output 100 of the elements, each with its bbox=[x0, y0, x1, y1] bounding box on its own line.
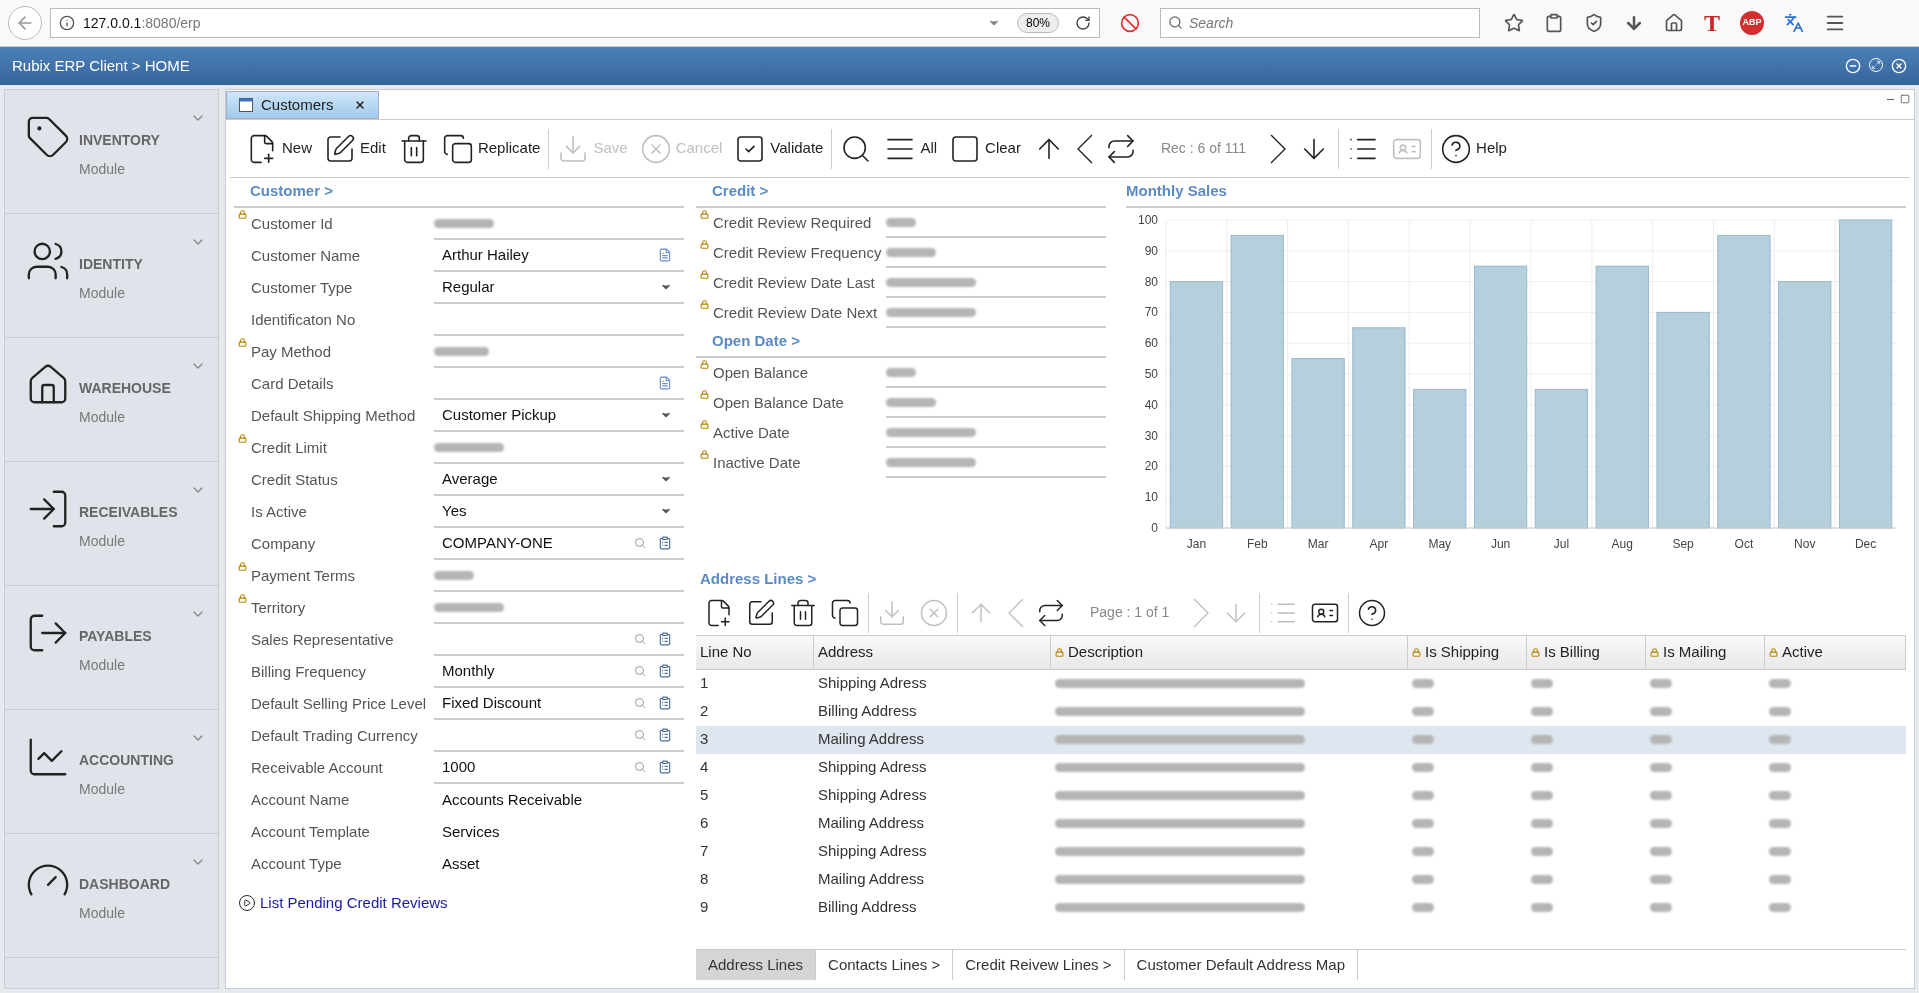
reload-icon[interactable] bbox=[1075, 15, 1091, 31]
axis-tick-label: 60 bbox=[1144, 336, 1158, 351]
close-icon[interactable] bbox=[353, 99, 366, 111]
abp-logo[interactable]: ABP bbox=[1740, 11, 1764, 35]
dropdown-field[interactable]: Customer Pickup bbox=[434, 400, 684, 432]
pending-reviews-link[interactable]: List Pending Credit Reviews bbox=[234, 892, 684, 915]
dropdown-field[interactable]: Regular bbox=[434, 272, 684, 304]
redacted-value bbox=[1531, 679, 1553, 688]
input-field[interactable]: 1000 bbox=[434, 752, 684, 784]
lock-icon bbox=[700, 300, 709, 309]
input-field[interactable]: Arthur Hailey bbox=[434, 240, 684, 272]
minimize-icon[interactable] bbox=[1845, 58, 1861, 74]
restore-icon[interactable] bbox=[1869, 58, 1883, 72]
edit-button[interactable]: Edit bbox=[320, 128, 390, 169]
column-header[interactable]: Is Shipping bbox=[1408, 635, 1527, 670]
tab[interactable]: Customers bbox=[226, 91, 379, 119]
input-field[interactable]: Monthly bbox=[434, 656, 684, 688]
column-header[interactable]: Active bbox=[1765, 635, 1906, 670]
window-icon bbox=[239, 98, 253, 112]
redacted-value bbox=[1769, 847, 1791, 856]
replicate-button[interactable]: Replicate bbox=[437, 128, 545, 169]
extension-logo[interactable]: T bbox=[1704, 5, 1720, 41]
table-cell-text: Mailing Address bbox=[817, 813, 925, 834]
dropdown-field[interactable]: Yes bbox=[434, 496, 684, 528]
validate-button[interactable]: Validate bbox=[730, 128, 828, 169]
table-cell-text: 4 bbox=[699, 757, 710, 778]
module-item[interactable]: RECEIVABLES Module bbox=[5, 462, 218, 586]
module-item[interactable]: IDENTITY Module bbox=[5, 214, 218, 338]
blocked-icon[interactable] bbox=[1120, 13, 1140, 33]
field-value: Accounts Receivable bbox=[442, 789, 583, 810]
play-icon bbox=[238, 894, 256, 913]
column-header[interactable]: Address bbox=[814, 635, 1051, 670]
maximize-icon[interactable] bbox=[1900, 94, 1910, 104]
module-item[interactable]: WAREHOUSE Module bbox=[5, 338, 218, 462]
shield-icon[interactable] bbox=[1584, 13, 1604, 33]
table-row[interactable]: 5 Shipping Adress bbox=[696, 781, 1906, 810]
input-field[interactable]: Fixed Discount bbox=[434, 688, 684, 720]
table-row[interactable]: 4 Shipping Adress bbox=[696, 753, 1906, 782]
new-button[interactable]: New bbox=[242, 128, 316, 169]
module-subtitle: Module bbox=[79, 532, 126, 551]
redacted-value bbox=[1412, 903, 1434, 912]
module-title: WAREHOUSE bbox=[79, 379, 171, 398]
field-value: Asset bbox=[442, 853, 480, 874]
table-row[interactable]: 9 Billing Address bbox=[696, 893, 1906, 922]
lock-icon bbox=[700, 450, 709, 459]
clipboard-icon bbox=[658, 696, 672, 710]
help-button[interactable]: Help bbox=[1436, 128, 1511, 169]
cancel-icon bbox=[639, 132, 672, 165]
table-row[interactable]: 3 Mailing Address bbox=[696, 725, 1906, 754]
search-icon bbox=[1168, 15, 1183, 30]
column-header[interactable]: Description bbox=[1051, 635, 1408, 670]
module-item[interactable]: ACCOUNTING Module bbox=[5, 710, 218, 834]
module-item[interactable]: INVENTORY Module bbox=[5, 90, 218, 214]
table-row[interactable]: 8 Mailing Address bbox=[696, 865, 1906, 894]
module-item[interactable]: DASHBOARD Module bbox=[5, 834, 218, 958]
redacted-value bbox=[1650, 763, 1672, 772]
axis-tick-label: Jul bbox=[1553, 537, 1570, 551]
column-header[interactable]: Is Billing bbox=[1527, 635, 1646, 670]
section-title: Customer > bbox=[250, 180, 333, 201]
redacted-value bbox=[1412, 707, 1434, 716]
field-label: Inactive Date bbox=[713, 452, 801, 473]
search-icon bbox=[634, 697, 646, 709]
table-row[interactable]: 2 Billing Address bbox=[696, 697, 1906, 726]
chevron-left-icon bbox=[1076, 133, 1093, 164]
download-icon[interactable] bbox=[1624, 13, 1644, 33]
translate-icon[interactable] bbox=[1784, 13, 1804, 33]
clear-button[interactable]: Clear bbox=[945, 128, 1025, 169]
dropdown-field[interactable]: Average bbox=[434, 464, 684, 496]
input-field[interactable]: COMPANY-ONE bbox=[434, 528, 684, 560]
redacted-value bbox=[1412, 763, 1434, 772]
table-cell-text: 7 bbox=[699, 841, 710, 862]
clipboard-icon bbox=[658, 664, 672, 678]
address-bar[interactable]: 127.0.0.1:8080/erp 80% bbox=[50, 8, 1100, 38]
redacted-value bbox=[434, 602, 504, 612]
field-label: Sales Representative bbox=[251, 629, 394, 650]
module-subtitle: Module bbox=[79, 284, 126, 303]
all-button[interactable]: All bbox=[880, 128, 942, 169]
home-icon[interactable] bbox=[1664, 13, 1684, 33]
close-icon[interactable] bbox=[1891, 58, 1907, 74]
table-row[interactable]: 6 Mailing Address bbox=[696, 809, 1906, 838]
field-label: Account Template bbox=[251, 821, 370, 842]
lock-icon bbox=[238, 434, 247, 443]
clipboard-icon[interactable] bbox=[1544, 13, 1564, 33]
star-icon[interactable] bbox=[1504, 13, 1524, 33]
module-item[interactable]: PAYABLES Module bbox=[5, 586, 218, 710]
table-row[interactable]: 7 Shipping Adress bbox=[696, 837, 1906, 866]
table-cell-text: Shipping Adress bbox=[817, 673, 928, 694]
redacted-value bbox=[1650, 875, 1672, 884]
column-header[interactable]: Is Mailing bbox=[1646, 635, 1765, 670]
table-row[interactable]: 1 Shipping Adress bbox=[696, 669, 1906, 698]
column-header[interactable]: Line No bbox=[696, 635, 814, 670]
record-counter: Rec : 6 of 111 bbox=[1159, 139, 1248, 158]
zoom-level[interactable]: 80% bbox=[1016, 13, 1059, 33]
field-label: Payment Terms bbox=[251, 565, 355, 586]
axis-tick-label: Dec bbox=[1854, 537, 1877, 551]
module-title: INVENTORY bbox=[79, 131, 160, 150]
lock-icon bbox=[700, 210, 709, 219]
module-title: IDENTITY bbox=[79, 255, 143, 274]
search-field[interactable]: Search bbox=[1160, 8, 1480, 38]
tab[interactable]: Address Lines bbox=[696, 950, 817, 980]
